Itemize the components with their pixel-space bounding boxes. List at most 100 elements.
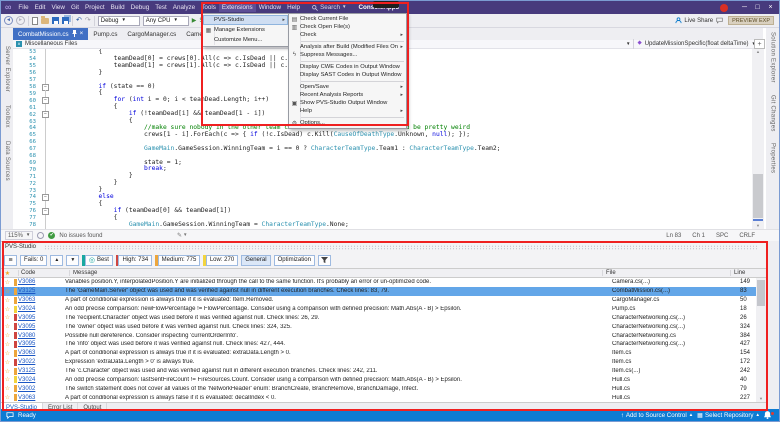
warning-code-link[interactable]: V3002 [18, 386, 65, 392]
issue-row[interactable]: ☆ V3063 A part of conditional expression i… [1, 349, 766, 358]
message-column-header[interactable]: Message [69, 270, 602, 276]
favorite-star-icon[interactable]: ☆ [1, 323, 14, 330]
issue-row[interactable]: ☆ V3125 The 'GameMain.Server' object was u… [1, 286, 766, 296]
sort-up-icon[interactable]: ▲ [50, 254, 64, 266]
new-file-icon[interactable] [32, 16, 38, 25]
menu-item-options[interactable]: ⚙ Options... [289, 119, 406, 127]
tool-tab-properties[interactable]: Properties [770, 143, 776, 173]
notifications-button[interactable] [764, 411, 774, 419]
issue-row[interactable]: ☆ V3095 The 'info' object was used before … [1, 340, 766, 349]
menu-item-display-sast-codes-in-output-window[interactable]: Display SAST Codes in Output Window [289, 71, 406, 79]
save-all-icon[interactable] [62, 17, 69, 24]
tool-tab-git-changes[interactable]: Git Changes [770, 95, 776, 132]
close-button[interactable]: × [764, 1, 777, 14]
tool-tab-toolbox[interactable]: Toolbox [4, 105, 10, 128]
warning-code-link[interactable]: V3095 [18, 324, 65, 330]
editor-scrollbar[interactable]: ▲ ▼ [752, 49, 764, 229]
menu-debug[interactable]: Debug [128, 3, 153, 12]
issue-row[interactable]: ☆ V3024 An odd precise comparison: newFlow… [1, 305, 766, 314]
optimization-toggle[interactable]: Optimization [273, 254, 315, 266]
issue-row[interactable]: ☆ V3063 A part of conditional expression i… [1, 393, 766, 402]
preview-badge[interactable]: PREVIEW EXP [728, 16, 774, 25]
line-indicator[interactable]: Ln 83 [666, 233, 681, 239]
issue-row[interactable]: ☆ V3022 Expression 'extraData.Length > 0' … [1, 358, 766, 367]
panel-menu-icon[interactable]: ≡ [4, 254, 17, 266]
open-file-icon[interactable] [41, 15, 49, 24]
warning-code-link[interactable]: V3125 [18, 368, 65, 374]
feedback-bubble-icon[interactable] [6, 411, 14, 419]
favorite-star-icon[interactable]: ☆ [1, 332, 14, 339]
navigate-forward-icon[interactable]: ► [16, 16, 25, 25]
general-toggle[interactable]: General [241, 254, 271, 266]
favorite-star-icon[interactable]: ☆ [1, 279, 14, 286]
favorite-star-icon[interactable]: ☆ [1, 376, 14, 383]
menu-project[interactable]: Project [82, 3, 108, 12]
menu-item-recent-analysis-reports[interactable]: Recent Analysis Reports ▸ [289, 91, 406, 99]
high-filter-button[interactable]: High: 734 [118, 254, 153, 266]
warning-code-link[interactable]: V3125 [18, 288, 65, 294]
favorite-star-icon[interactable]: ☆ [1, 314, 14, 321]
warning-code-link[interactable]: V3086 [18, 279, 65, 285]
tab-cargomanager-cs[interactable]: CargoManager.cs [122, 28, 181, 40]
tab-combatmission-cs[interactable]: CombatMission.cs × [13, 28, 89, 40]
warning-code-link[interactable]: V3024 [18, 377, 65, 383]
sort-down-icon[interactable]: ▼ [66, 254, 80, 266]
favorite-star-icon[interactable]: ☆ [1, 394, 14, 401]
favorite-star-icon[interactable]: ☆ [1, 297, 14, 304]
close-icon[interactable]: × [80, 30, 84, 38]
menu-view[interactable]: View [48, 3, 68, 12]
menu-item-display-cwe-codes-in-output-window[interactable]: Display CWE Codes in Output Window [289, 63, 406, 71]
filter-button[interactable] [317, 254, 331, 266]
quick-actions-button[interactable]: ✎ ▼ [177, 232, 188, 239]
menu-item-help[interactable]: Help ▸ [289, 107, 406, 115]
code-column-header[interactable]: Code [18, 270, 69, 276]
save-icon[interactable] [52, 17, 59, 24]
warning-code-link[interactable]: V3022 [18, 359, 65, 365]
project-scope-dropdown[interactable]: Miscellaneous Files [25, 41, 77, 47]
pin-icon[interactable] [71, 29, 77, 39]
menu-help[interactable]: Help [284, 3, 303, 12]
warning-code-link[interactable]: V3063 [18, 395, 65, 401]
spaces-indicator[interactable]: SPC [716, 233, 728, 239]
menu-item-suppress-messages[interactable]: ϟ Suppress Messages... [289, 51, 406, 59]
menu-analyze[interactable]: Analyze [170, 3, 198, 12]
chevron-down-icon[interactable]: ▼ [626, 41, 630, 47]
tab-pump-cs[interactable]: Pump.cs [88, 28, 122, 40]
warning-code-link[interactable]: V3063 [18, 297, 65, 303]
menu-edit[interactable]: Edit [32, 3, 49, 12]
menu-item-check[interactable]: Check ▸ [289, 31, 406, 39]
user-avatar[interactable] [720, 3, 728, 12]
file-column-header[interactable]: File [602, 270, 730, 276]
feedback-icon[interactable] [716, 17, 723, 24]
line-column-header[interactable]: Line [730, 270, 756, 276]
method-dropdown[interactable]: UpdateMissionSpecific(float deltaTime) [645, 41, 749, 47]
menu-window[interactable]: Window [256, 3, 284, 12]
issue-row[interactable]: ☆ V3024 An odd precise comparison: lastSen… [1, 375, 766, 384]
maximize-button[interactable]: □ [751, 1, 764, 14]
star-column-icon[interactable]: ★ [1, 270, 14, 277]
line-ending-indicator[interactable]: CRLF [739, 233, 755, 239]
menu-item-pvs-studio[interactable]: PVS-Studio ▸ [203, 15, 288, 25]
warning-code-link[interactable]: V3024 [18, 306, 65, 312]
favorite-star-icon[interactable]: ☆ [1, 368, 14, 375]
minimize-button[interactable]: ─ [738, 1, 751, 14]
menu-item-analysis-after-build-modified-files-only[interactable]: Analysis after Build (Modified Files Onl… [289, 43, 406, 51]
menu-tools[interactable]: Tools [198, 3, 219, 12]
title-search[interactable]: Search ▼ [312, 4, 346, 11]
menu-item-manage-extensions[interactable]: ▦ Manage Extensions [203, 25, 288, 35]
issue-row[interactable]: ☆ V3086 Variables position.Y, interpolated… [1, 278, 766, 287]
menu-item-check-open-file-s[interactable]: ▥ Check Open File(s) [289, 23, 406, 31]
low-filter-button[interactable]: Low: 270 [205, 254, 239, 266]
menu-extensions[interactable]: Extensions [218, 3, 256, 12]
warning-code-link[interactable]: V3063 [18, 350, 65, 356]
tool-tab-server-explorer[interactable]: Server Explorer [4, 46, 10, 92]
start-debugging-icon[interactable]: ▶ [192, 18, 197, 24]
favorite-star-icon[interactable]: ☆ [1, 385, 14, 392]
warning-code-link[interactable]: V3095 [18, 315, 65, 321]
add-to-source-control-button[interactable]: ↑ Add to Source Control ▲ [621, 412, 693, 419]
menu-item-customize-menu[interactable]: Customize Menu... [203, 35, 288, 45]
select-repository-button[interactable]: ▦ Select Repository ▲ [697, 412, 760, 419]
menu-item-show-pvs-studio-output-window[interactable]: ▣ Show PVS-Studio Output Window [289, 99, 406, 107]
best-warnings-button[interactable]: ◎ Best [84, 254, 113, 266]
issue-row[interactable]: ☆ V3095 The 'owner' object was used before… [1, 322, 766, 331]
